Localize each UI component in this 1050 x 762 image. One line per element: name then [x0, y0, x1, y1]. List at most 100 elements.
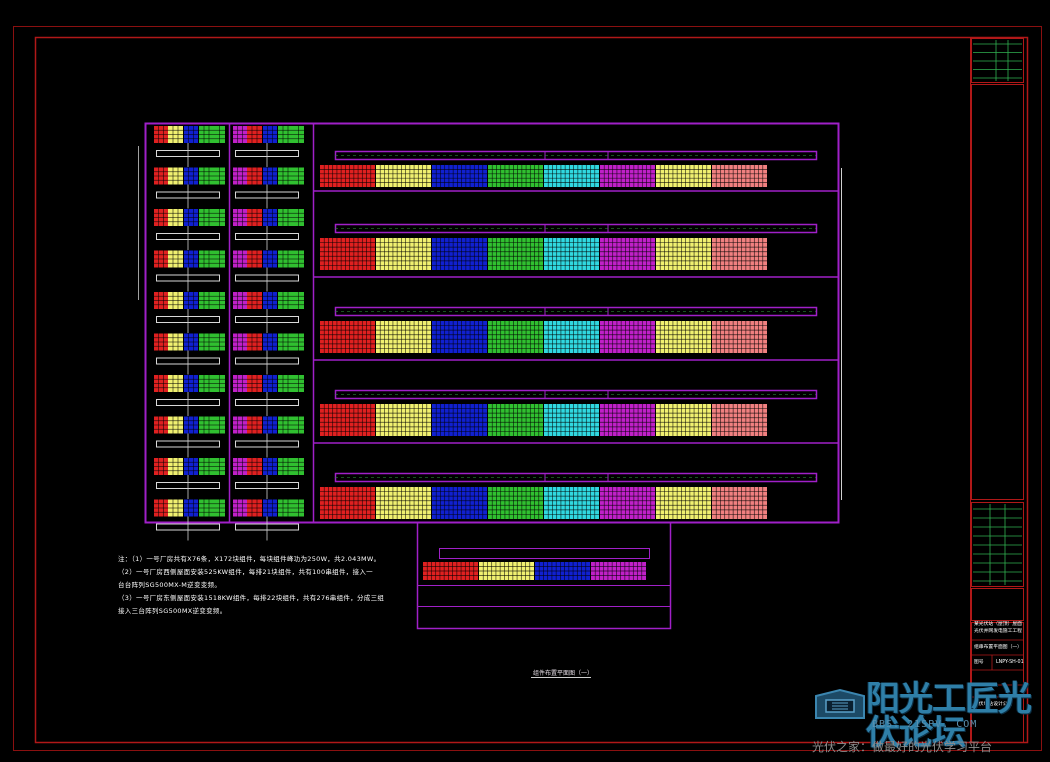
title-block-project-2: 光伏并网发电施工工程 — [974, 629, 1022, 634]
pv-module-block — [600, 238, 655, 270]
west-array-unit — [154, 209, 225, 250]
pv-module-block — [320, 321, 375, 353]
pv-module-block — [214, 499, 225, 517]
pv-module-block — [263, 375, 277, 392]
pv-module-block — [263, 250, 277, 268]
pv-module-block — [376, 487, 431, 519]
pv-module-block — [656, 404, 711, 436]
pv-module-block — [263, 126, 277, 143]
pv-module-block — [199, 126, 214, 143]
pv-module-block — [184, 167, 198, 185]
pv-module-block — [168, 126, 183, 143]
pv-module-block — [247, 250, 262, 268]
pv-module-block — [233, 292, 247, 309]
note-line-4: （3）一号厂房东侧屋面安装1518KW组件，每排22块组件，共有276串组件，分… — [118, 594, 385, 602]
pv-module-block — [656, 238, 711, 270]
pv-module-block — [591, 562, 646, 580]
pv-module-block — [263, 499, 277, 517]
pv-module-block — [199, 209, 214, 226]
pv-module-block — [432, 238, 487, 270]
cad-drawing-viewport: { "drawing": { "notes": [ "注：（1）一号厂房共有X7… — [0, 0, 1050, 762]
pv-module-block — [488, 404, 543, 436]
pv-module-block — [168, 167, 183, 185]
pv-module-block — [184, 375, 198, 392]
pv-module-block — [278, 250, 293, 268]
pv-module-block — [263, 333, 277, 351]
pv-module-block — [199, 416, 214, 434]
pv-module-block — [168, 209, 183, 226]
drawing-canvas — [13, 26, 1042, 751]
pv-module-block — [712, 238, 767, 270]
east-array-row — [314, 306, 838, 361]
pv-module-block — [233, 375, 247, 392]
pv-module-block — [168, 333, 183, 351]
pv-module-block — [214, 375, 225, 392]
pv-module-block — [154, 333, 168, 351]
pv-module-block — [263, 458, 277, 475]
east-array-row — [314, 223, 838, 278]
pv-module-block — [656, 165, 711, 187]
west-array-unit — [233, 126, 304, 167]
pv-module-block — [199, 375, 214, 392]
pv-module-block — [544, 487, 599, 519]
pv-module-block — [278, 126, 293, 143]
pv-module-block — [199, 458, 214, 475]
pv-module-block — [656, 487, 711, 519]
pv-module-block — [233, 333, 247, 351]
title-block-sheet-title: 组串布置平面图（一） — [974, 645, 1022, 650]
pv-module-block — [600, 321, 655, 353]
pv-module-block — [263, 167, 277, 185]
west-array-unit — [154, 458, 225, 499]
pv-module-block — [278, 416, 293, 434]
pv-module-block — [199, 167, 214, 185]
note-line-2: （2）一号厂房西侧屋面安装525KW组件，每排21块组件，共有100串组件，接入… — [118, 568, 373, 576]
pv-module-block — [293, 499, 304, 517]
watermark-slogan: 光伏之家：做最好的光伏学习平台 — [812, 740, 993, 754]
pv-module-block — [600, 165, 655, 187]
pv-module-block — [544, 165, 599, 187]
title-block-no-label: 图号 — [974, 660, 984, 665]
pv-module-block — [293, 209, 304, 226]
pv-module-block — [199, 250, 214, 268]
pv-module-block — [214, 209, 225, 226]
pv-module-block — [154, 209, 168, 226]
pv-module-block — [184, 458, 198, 475]
note-line-5: 接入三台阵列SG500MX逆变变频。 — [118, 607, 227, 615]
pv-module-block — [168, 292, 183, 309]
pv-module-block — [479, 562, 534, 580]
pv-module-block — [233, 499, 247, 517]
pv-module-block — [600, 487, 655, 519]
pv-module-block — [184, 250, 198, 268]
pv-module-block — [712, 487, 767, 519]
pv-module-block — [712, 321, 767, 353]
west-array-unit — [154, 167, 225, 209]
watermark-url: BBS. 21SPV. COM — [872, 719, 978, 730]
pv-module-block — [184, 499, 198, 517]
pv-module-block — [376, 321, 431, 353]
east-array-row — [314, 150, 838, 192]
west-array-unit — [233, 458, 304, 499]
pv-module-block — [320, 238, 375, 270]
pv-module-block — [168, 250, 183, 268]
pv-module-block — [247, 333, 262, 351]
pv-module-block — [263, 416, 277, 434]
west-array-unit — [233, 499, 304, 541]
west-array-unit — [233, 250, 304, 292]
east-array-row — [320, 472, 818, 519]
pv-module-block — [247, 375, 262, 392]
pv-module-block — [278, 333, 293, 351]
pv-module-block — [154, 458, 168, 475]
west-array-unit — [154, 333, 225, 375]
west-array-unit — [233, 292, 304, 333]
east-roof-arrays — [314, 150, 838, 519]
west-array-unit — [154, 375, 225, 416]
pv-module-block — [293, 458, 304, 475]
pv-module-block — [293, 292, 304, 309]
title-block-no: LNPY-SH-01 — [996, 660, 1024, 665]
title-block-top — [971, 38, 1024, 83]
caption-underline — [531, 677, 591, 678]
pv-module-block — [712, 165, 767, 187]
pv-module-block — [184, 126, 198, 143]
pv-module-block — [293, 250, 304, 268]
pv-module-block — [214, 167, 225, 185]
